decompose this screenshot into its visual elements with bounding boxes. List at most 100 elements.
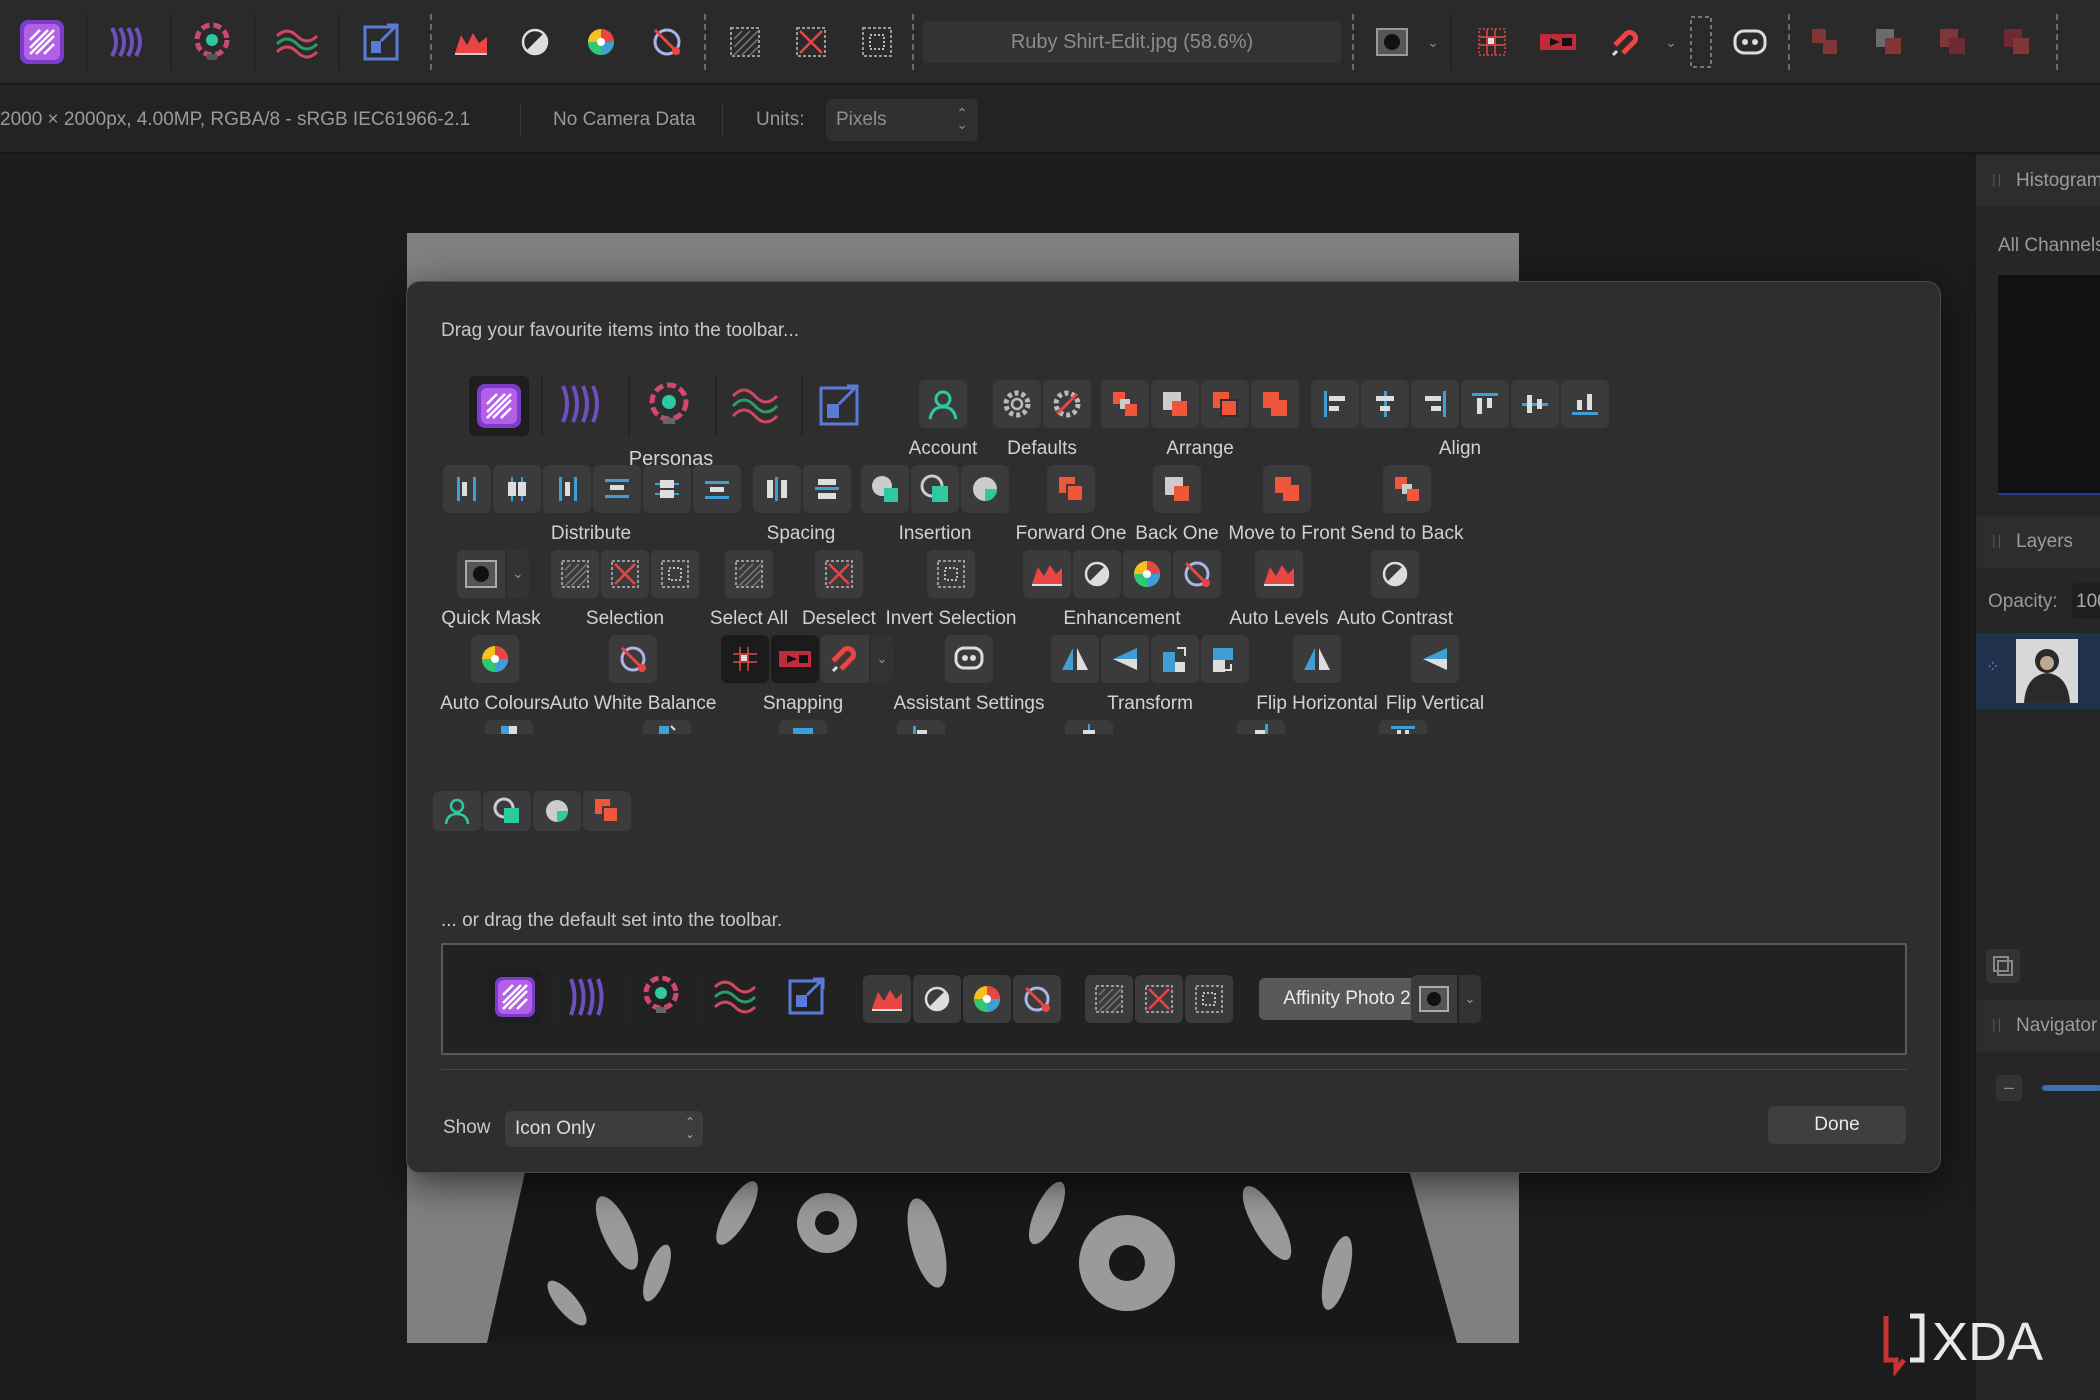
account-item[interactable] [919, 380, 967, 428]
scroll-peek-item[interactable] [897, 720, 945, 734]
back-one-button[interactable] [1864, 12, 1914, 72]
quick-mask-item[interactable] [457, 550, 505, 598]
align-centre-item[interactable] [1361, 380, 1409, 428]
back-one-item[interactable] [1153, 465, 1201, 513]
insert-top-item[interactable] [961, 465, 1009, 513]
distribute-h-centre-item[interactable] [493, 465, 541, 513]
arrange-back-one-item[interactable] [1151, 380, 1199, 428]
auto-colours-button[interactable] [576, 12, 626, 72]
selection-deselect-item[interactable] [601, 550, 649, 598]
auto-levels-item[interactable] [1255, 550, 1303, 598]
spacing-horizontal-item[interactable] [753, 465, 801, 513]
photo-persona-item[interactable] [469, 376, 529, 436]
align-left-item[interactable] [1311, 380, 1359, 428]
insert-behind-item[interactable] [861, 465, 909, 513]
auto-contrast-item[interactable] [1371, 550, 1419, 598]
zoom-slider[interactable] [2042, 1085, 2100, 1091]
quick-mask-dropdown[interactable]: ⌄ [1422, 12, 1444, 72]
arrange-button[interactable] [1800, 12, 1850, 72]
distribute-h-left-item[interactable] [443, 465, 491, 513]
quick-mask-dropdown[interactable]: ⌄ [507, 550, 529, 598]
spacing-vertical-item[interactable] [803, 465, 851, 513]
defaults-revert-item[interactable] [1043, 380, 1091, 428]
auto-white-balance-item[interactable] [609, 635, 657, 683]
layer-visibility-icon[interactable]: ⁘ [1986, 657, 1999, 677]
snap-to-grid-button[interactable] [1466, 12, 1518, 72]
enhancement-auto-contrast-item[interactable] [1073, 550, 1121, 598]
snapping-magnet-button[interactable] [1600, 12, 1652, 72]
invert-selection-item[interactable] [927, 550, 975, 598]
align-bottom-item[interactable] [1561, 380, 1609, 428]
scroll-peek-item[interactable] [1379, 720, 1427, 734]
auto-levels-button[interactable] [446, 12, 496, 72]
snapping-magnet-item[interactable] [821, 635, 869, 683]
photo-persona-button[interactable] [10, 12, 74, 72]
snapping-candidates-item[interactable] [771, 635, 819, 683]
selection-invert-item[interactable] [651, 550, 699, 598]
layers-panel-header[interactable]: || Layers [1976, 516, 2100, 568]
auto-white-balance-button[interactable] [642, 12, 692, 72]
scroll-peek-item[interactable] [1065, 720, 1113, 734]
tone-mapping-persona-item[interactable] [729, 380, 789, 432]
flip-horizontal-item[interactable] [1293, 635, 1341, 683]
distribute-v-centre-item[interactable] [643, 465, 691, 513]
defaults-sync-item[interactable] [993, 380, 1041, 428]
selection-select-all-item[interactable] [551, 550, 599, 598]
liquify-persona-button[interactable] [98, 12, 158, 72]
arrange-forward-one-item[interactable] [1201, 380, 1249, 428]
enhancement-auto-colours-item[interactable] [1123, 550, 1171, 598]
done-button[interactable]: Done [1768, 1106, 1906, 1144]
transform-rotate-right-item[interactable] [1201, 635, 1249, 683]
quick-mask-button[interactable] [1366, 12, 1418, 72]
align-right-item[interactable] [1411, 380, 1459, 428]
tone-mapping-persona-button[interactable] [266, 12, 326, 72]
snapping-grid-item[interactable] [721, 635, 769, 683]
zoom-out-button[interactable]: – [1996, 1075, 2022, 1101]
transform-flip-horizontal-item[interactable] [1051, 635, 1099, 683]
histogram-channel-select[interactable]: All Channels [1998, 235, 2100, 257]
distribute-v-top-item[interactable] [593, 465, 641, 513]
liquify-persona-item[interactable] [555, 380, 615, 432]
scroll-peek-item[interactable] [485, 720, 533, 734]
default-toolbar-set[interactable]: Affinity Photo 2 ⌄ [441, 943, 1907, 1055]
forward-one-item[interactable] [1047, 465, 1095, 513]
scroll-peek-item[interactable] [1237, 720, 1285, 734]
snapping-dropdown[interactable]: ⌄ [871, 635, 893, 683]
send-to-back-item[interactable] [1383, 465, 1431, 513]
layer-row[interactable]: ⁘ [1976, 633, 2100, 709]
distribute-v-bottom-item[interactable] [693, 465, 741, 513]
loose-insert-top-item[interactable] [533, 791, 581, 831]
navigator-panel-header[interactable]: || Navigator [1976, 1000, 2100, 1052]
enhancement-auto-levels-item[interactable] [1023, 550, 1071, 598]
units-select[interactable]: Pixels ⌃ ⌄ [826, 99, 978, 141]
align-top-item[interactable] [1461, 380, 1509, 428]
export-persona-item[interactable] [815, 380, 875, 432]
select-all-item[interactable] [725, 550, 773, 598]
auto-colours-item[interactable] [471, 635, 519, 683]
opacity-field[interactable]: 100 [2072, 583, 2100, 619]
flip-vertical-item[interactable] [1411, 635, 1459, 683]
loose-forward-one-item[interactable] [583, 791, 631, 831]
insert-inside-item[interactable] [911, 465, 959, 513]
transform-flip-vertical-item[interactable] [1101, 635, 1149, 683]
histogram-panel-header[interactable]: || Histogram [1976, 155, 2100, 207]
loose-insert-inside-item[interactable] [483, 791, 531, 831]
auto-contrast-button[interactable] [510, 12, 560, 72]
panel-action-button[interactable] [1986, 949, 2020, 983]
align-middle-item[interactable] [1511, 380, 1559, 428]
scroll-peek-item[interactable] [643, 720, 691, 734]
assistant-settings-button[interactable] [1722, 12, 1778, 72]
develop-persona-button[interactable] [182, 12, 242, 72]
scroll-peek-item[interactable] [779, 720, 827, 734]
distribute-h-right-item[interactable] [543, 465, 591, 513]
loose-account-item[interactable] [433, 791, 481, 831]
send-to-back-button[interactable] [1992, 12, 2042, 72]
arrange-send-to-back-item[interactable] [1101, 380, 1149, 428]
deselect-button[interactable] [786, 12, 836, 72]
develop-persona-item[interactable] [643, 380, 703, 432]
snapping-dropdown[interactable]: ⌄ [1660, 12, 1682, 72]
move-to-front-item[interactable] [1263, 465, 1311, 513]
assistant-settings-item[interactable] [945, 635, 993, 683]
show-mode-select[interactable]: Icon Only ⌃ ⌄ [505, 1111, 703, 1147]
transform-rotate-left-item[interactable] [1151, 635, 1199, 683]
